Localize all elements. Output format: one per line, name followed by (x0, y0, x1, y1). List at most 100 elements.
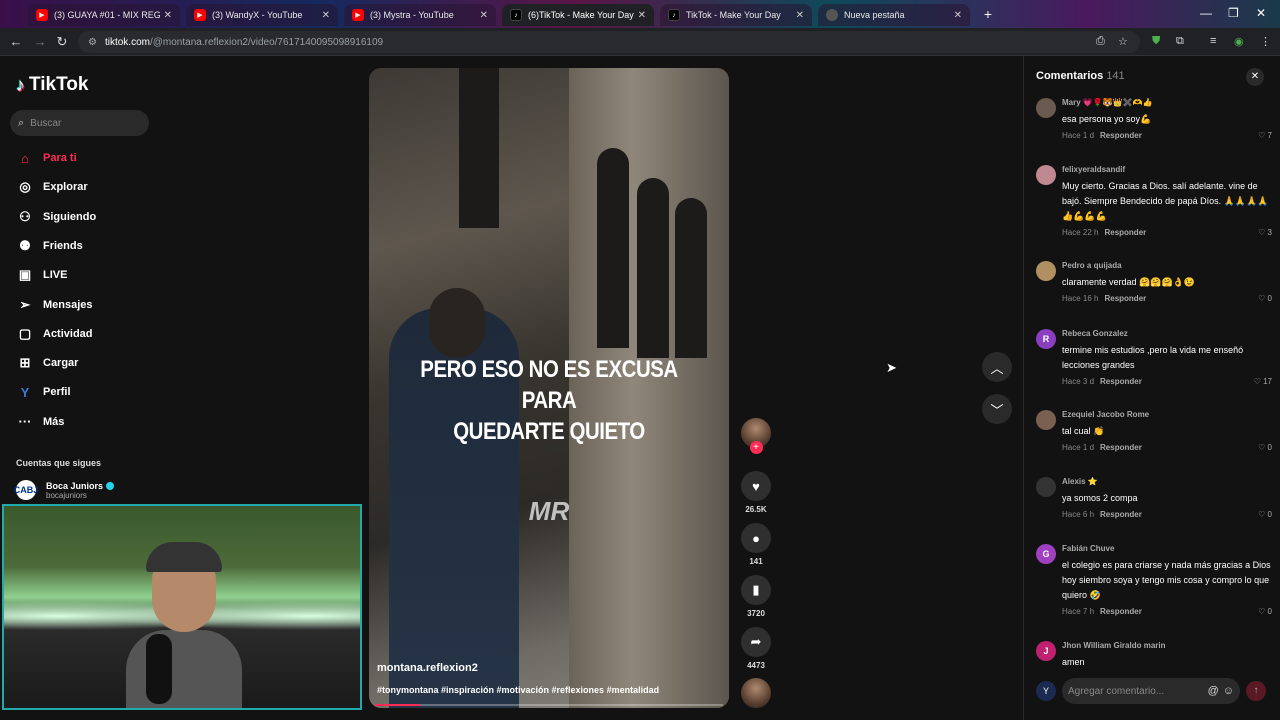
video-author[interactable]: montana.reflexion2 (377, 662, 478, 674)
music-disc-button[interactable] (739, 678, 773, 708)
comment-username[interactable]: Ezequiel Jacobo Rome (1062, 410, 1272, 420)
comment-button[interactable]: ● 141 (739, 523, 773, 566)
reply-button[interactable]: Responder (1104, 228, 1146, 237)
close-tab-icon[interactable]: ✕ (796, 10, 804, 21)
my-avatar: Y (1036, 681, 1056, 701)
comment-username[interactable]: Mary 💗🌹🐯👑✖️🫶👍 (1062, 98, 1272, 108)
install-app-icon[interactable]: ⎙ (1096, 35, 1105, 48)
close-tab-icon[interactable]: ✕ (164, 10, 172, 21)
mention-icon[interactable]: @ (1208, 685, 1219, 697)
browser-tab[interactable]: ▶ (3) Mystra - YouTube ✕ (344, 4, 496, 26)
browser-tab[interactable]: ♪ TikTok - Make Your Day ✕ (660, 4, 812, 26)
shield-icon[interactable]: ⛊ (1152, 35, 1160, 48)
comment-input[interactable]: Agregar comentario... @ ☺ (1062, 678, 1240, 704)
comment-like-button[interactable]: ♡ 0 (1258, 443, 1272, 452)
reply-button[interactable]: Responder (1100, 607, 1142, 616)
comment-avatar[interactable] (1036, 165, 1056, 185)
close-icon: ✕ (1250, 71, 1260, 82)
comment-username[interactable]: Alexis ⭐ (1062, 477, 1272, 487)
creator-avatar-button[interactable]: + (739, 418, 773, 454)
comment-avatar[interactable] (1036, 98, 1056, 118)
video-hashtags[interactable]: #tonymontana #inspiración #motivación #r… (377, 685, 659, 695)
comment-avatar[interactable] (1036, 477, 1056, 497)
chevron-up-icon: ︿ (990, 360, 1004, 376)
reply-button[interactable]: Responder (1104, 294, 1146, 303)
sidebar-item-actividad[interactable]: ▢ Actividad (16, 323, 93, 345)
sidebar-item-friends[interactable]: ⚉ Friends (16, 235, 83, 257)
browser-tab[interactable]: Nueva pestaña ✕ (818, 4, 970, 26)
forward-icon[interactable]: → (32, 34, 48, 49)
send-comment-button[interactable]: ↑ (1246, 681, 1266, 701)
following-account[interactable]: CABJ Boca Juniors bocajuniors (14, 480, 115, 500)
sidebar-item-siguiendo[interactable]: ⚇ Siguiendo (16, 206, 96, 228)
browser-tab[interactable]: ▶ (3) WandyX - YouTube ✕ (186, 4, 338, 26)
comment-username[interactable]: Rebeca Gonzalez (1062, 329, 1272, 339)
profile-avatar-icon[interactable]: ◉ (1234, 35, 1244, 48)
site-info-icon[interactable]: ⚙ (88, 37, 97, 48)
follow-plus-icon[interactable]: + (749, 441, 763, 454)
sidebar-item-cargar[interactable]: ⊞ Cargar (16, 352, 79, 374)
sidebar-item-live[interactable]: ▣ LIVE (16, 264, 68, 286)
browser-menu-icon[interactable]: ⋮ (1260, 35, 1271, 48)
comment-avatar[interactable]: R (1036, 329, 1056, 349)
comment-avatar[interactable] (1036, 410, 1056, 430)
next-video-button[interactable]: ﹀ (982, 394, 1012, 424)
save-button[interactable]: ▮ 3720 (739, 575, 773, 618)
comment-like-count: 0 (1267, 443, 1272, 452)
video-progress-bar[interactable] (375, 704, 723, 706)
reply-button[interactable]: Responder (1100, 443, 1142, 452)
comment-item: R Rebeca Gonzalez termine mis estudios ,pe… (1036, 329, 1272, 389)
previous-video-button[interactable]: ︿ (982, 352, 1012, 382)
back-icon[interactable]: ← (8, 34, 24, 49)
bookmark-star-icon[interactable]: ☆ (1118, 35, 1128, 48)
chevron-down-icon: ﹀ (990, 402, 1004, 418)
share-button[interactable]: ➦ 4473 (739, 627, 773, 670)
sidebar-item-perfil[interactable]: Y Perfil (16, 381, 71, 403)
close-tab-icon[interactable]: ✕ (954, 10, 962, 21)
comment-username[interactable]: Fabián Chuve (1062, 544, 1272, 554)
comment-like-button[interactable]: ♡ 0 (1258, 607, 1272, 616)
comment-username[interactable]: Pedro a quijada (1062, 261, 1272, 271)
close-tab-icon[interactable]: ✕ (480, 10, 488, 21)
comment-like-button[interactable]: ♡ 0 (1258, 510, 1272, 519)
search-input[interactable]: ⌕ Buscar (10, 110, 149, 136)
reload-icon[interactable]: ↻ (54, 34, 70, 50)
comment-like-button[interactable]: ♡ 3 (1258, 228, 1272, 237)
sidebar-item-para-ti[interactable]: ⌂ Para ti (16, 147, 77, 169)
comment-like-button[interactable]: ♡ 0 (1258, 294, 1272, 303)
close-window-icon[interactable]: ✕ (1256, 6, 1266, 20)
address-bar[interactable]: ⚙ tiktok.com/@montana.reflexion2/video/7… (78, 31, 1140, 53)
emoji-icon[interactable]: ☺ (1223, 685, 1234, 697)
close-tab-icon[interactable]: ✕ (638, 10, 646, 21)
maximize-icon[interactable]: ❐ (1228, 6, 1239, 20)
video-player[interactable]: PERO ESO NO ES EXCUSA PARA QUEDARTE QUIE… (369, 68, 729, 708)
browser-tab-title: (3) GUAYA #01 - MIX REGGAE (54, 10, 160, 20)
sidebar-item-mensajes[interactable]: ➢ Mensajes (16, 294, 93, 316)
browser-tab-title: TikTok - Make Your Day (686, 10, 781, 20)
sidebar-item-label: Perfil (43, 386, 71, 399)
comment-avatar[interactable]: J (1036, 641, 1056, 661)
sidebar-item-label: LIVE (43, 269, 68, 282)
media-control-icon[interactable]: ≡ (1210, 35, 1216, 47)
browser-tab[interactable]: ▶ (3) GUAYA #01 - MIX REGGAE ✕ (28, 4, 180, 26)
logo-text: TikTok (29, 74, 89, 95)
close-tab-icon[interactable]: ✕ (322, 10, 330, 21)
comment-avatar[interactable] (1036, 261, 1056, 281)
reply-button[interactable]: Responder (1100, 131, 1142, 140)
sidebar-item-explorar[interactable]: ◎ Explorar (16, 176, 87, 198)
comment-like-button[interactable]: ♡ 17 (1254, 377, 1272, 386)
like-button[interactable]: ♥ 26.5K (739, 471, 773, 514)
comment-username[interactable]: Jhon William Giraldo marin (1062, 641, 1272, 651)
browser-tab[interactable]: ♪ (6)TikTok - Make Your Day ✕ (502, 4, 654, 26)
comment-avatar[interactable]: G (1036, 544, 1056, 564)
minimize-icon[interactable]: — (1200, 6, 1212, 20)
comment-username[interactable]: felixyeraldsandif (1062, 165, 1272, 175)
close-comments-button[interactable]: ✕ (1246, 68, 1264, 86)
reply-button[interactable]: Responder (1100, 510, 1142, 519)
new-tab-button[interactable]: + (980, 6, 996, 22)
comment-like-button[interactable]: ♡ 7 (1258, 131, 1272, 140)
extensions-icon[interactable]: ⧉ (1176, 35, 1184, 48)
tiktok-logo[interactable]: ♪ TikTok (16, 74, 88, 96)
sidebar-item-más[interactable]: ··· Más (16, 411, 65, 433)
reply-button[interactable]: Responder (1100, 377, 1142, 386)
